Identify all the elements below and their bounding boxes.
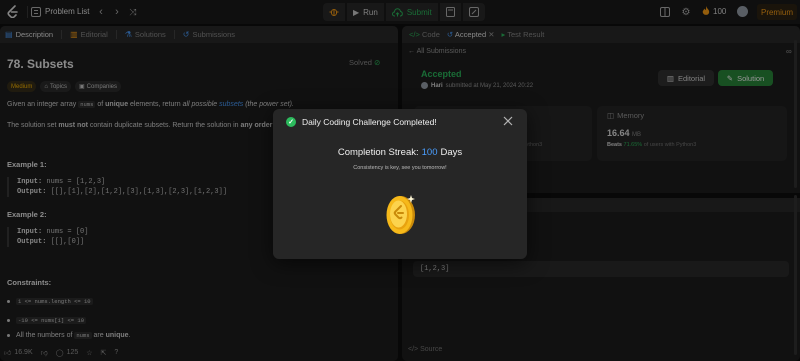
completion-streak: Completion Streak: 100 Days bbox=[273, 147, 527, 158]
streak-label: Completion Streak: bbox=[337, 147, 419, 158]
modal-title: Daily Coding Challenge Completed! bbox=[302, 117, 437, 127]
gold-coin-icon bbox=[383, 189, 419, 237]
modal-subtitle: Consistency is key, see you tomorrow! bbox=[353, 165, 447, 171]
check-circle-icon: ✓ bbox=[286, 117, 296, 127]
close-icon[interactable] bbox=[501, 114, 515, 128]
streak-number: 100 bbox=[421, 147, 438, 158]
streak-unit: Days bbox=[440, 147, 463, 158]
daily-challenge-modal: ✓ Daily Coding Challenge Completed! Comp… bbox=[273, 109, 527, 259]
